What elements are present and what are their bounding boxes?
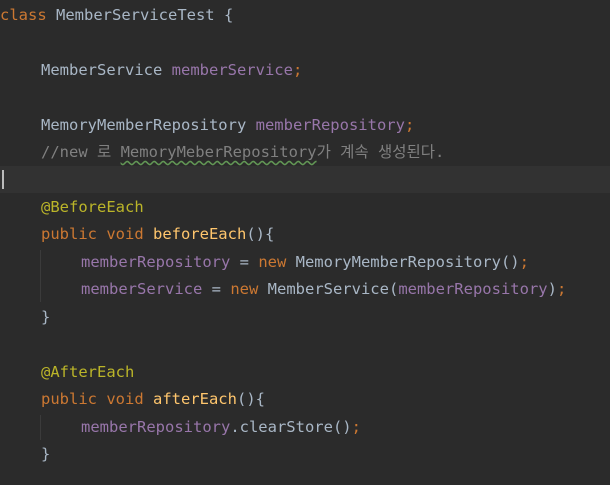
code-editor[interactable]: class MemberServiceTest { MemberService …: [0, 0, 610, 485]
semicolon: ;: [351, 418, 361, 436]
semicolon: ;: [404, 116, 415, 134]
code-line-member-repository-field: MemoryMemberRepository memberRepository;: [0, 112, 610, 139]
class-name: MemberServiceTest {: [46, 6, 234, 24]
code-line-class-declaration: class MemberServiceTest {: [0, 2, 610, 29]
spelling-typo-warning[interactable]: MemoryMeberRepository: [121, 143, 317, 161]
text-caret: [2, 170, 4, 189]
method-call: .clearStore(): [230, 418, 352, 436]
code-line-service-assignment: memberService = new MemberService(member…: [0, 276, 610, 303]
method-signature: (){: [236, 390, 265, 408]
field-name: memberService: [171, 61, 293, 79]
constructor-call: MemoryMemberRepository(): [295, 253, 520, 271]
code-line-repository-assignment: memberRepository = new MemoryMemberRepos…: [0, 249, 610, 276]
code-line-before-each-annotation: @BeforeEach: [0, 194, 610, 221]
comment-text: 가 계속 생성된다.: [316, 143, 445, 161]
close-brace: }: [41, 445, 51, 463]
field-name: memberRepository: [255, 116, 405, 134]
semicolon: ;: [556, 280, 567, 298]
field-name: memberRepository: [81, 253, 231, 271]
code-line-close-brace: }: [0, 441, 610, 468]
code-line-after-each-annotation: @AfterEach: [0, 359, 610, 386]
method-name: beforeEach: [152, 225, 247, 243]
code-line-after-each-signature: public void afterEach(){: [0, 386, 610, 413]
semicolon: ;: [519, 253, 529, 271]
code-line-comment: //new 로 MemoryMeberRepository가 계속 생성된다.: [0, 139, 610, 166]
code-line-close-brace: }: [0, 304, 610, 331]
semicolon: ;: [292, 61, 303, 79]
argument-field: memberRepository: [398, 280, 548, 298]
annotation: @BeforeEach: [41, 198, 144, 216]
comment-text: //new 로: [41, 143, 121, 161]
modifiers: public void: [41, 225, 153, 243]
code-line-before-each-signature: public void beforeEach(){: [0, 221, 610, 248]
closing-paren: ): [547, 280, 557, 298]
close-brace: }: [41, 308, 51, 326]
keyword-class: class: [0, 6, 47, 24]
field-name: memberService: [81, 280, 203, 298]
operator: =: [230, 253, 259, 271]
method-name: afterEach: [152, 390, 237, 408]
code-line-clear-store: memberRepository.clearStore();: [0, 414, 610, 441]
modifiers: public void: [41, 390, 153, 408]
constructor-call: MemberService(: [267, 280, 399, 298]
current-line-highlight[interactable]: [0, 166, 610, 193]
keyword-new: new: [258, 253, 296, 271]
operator: =: [202, 280, 231, 298]
type-name: MemberService: [41, 61, 172, 79]
method-signature: (){: [246, 225, 275, 243]
code-line-member-service-field: MemberService memberService;: [0, 57, 610, 84]
field-name: memberRepository: [81, 418, 231, 436]
type-name: MemoryMemberRepository: [41, 116, 256, 134]
annotation: @AfterEach: [41, 363, 135, 381]
keyword-new: new: [230, 280, 268, 298]
